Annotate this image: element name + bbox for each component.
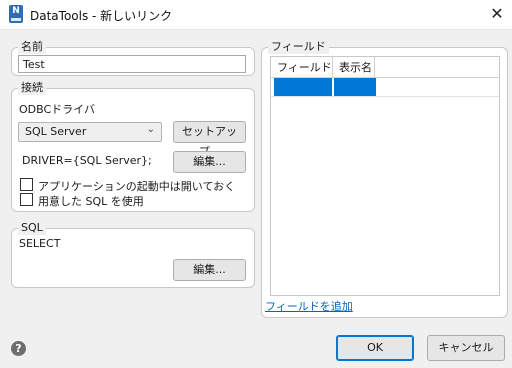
- help-icon[interactable]: ?: [11, 341, 26, 356]
- chevron-down-icon: ⌄: [146, 124, 155, 135]
- column-header-field-name[interactable]: フィールド名: [271, 57, 333, 95]
- keep-open-label: アプリケーションの起動中は開いておく: [38, 180, 236, 193]
- edit-sql-button[interactable]: 編集...: [173, 259, 246, 281]
- app-icon-strip: [11, 18, 21, 21]
- sql-legend: SQL: [18, 221, 46, 235]
- app-icon-letter: N: [12, 6, 20, 16]
- selected-cell-display-name[interactable]: [334, 78, 376, 96]
- fields-grid[interactable]: フィールド名 表示名: [270, 56, 500, 296]
- connection-group: 接続 ODBCドライバ SQL Server ⌄ セットアップ... DRIVE…: [11, 81, 255, 212]
- title-bar: N DataTools - 新しいリンク ✕: [0, 0, 512, 30]
- odbc-driver-label: ODBCドライバ: [19, 103, 95, 116]
- table-row[interactable]: [271, 78, 499, 97]
- ok-button[interactable]: OK: [336, 335, 414, 361]
- app-icon: N: [9, 5, 23, 23]
- column-header-display-name[interactable]: 表示名: [333, 57, 375, 78]
- add-field-link[interactable]: フィールドを追加: [265, 298, 353, 314]
- connection-legend: 接続: [18, 81, 46, 95]
- cancel-button[interactable]: キャンセル: [427, 335, 505, 361]
- edit-driver-button[interactable]: 編集...: [173, 151, 246, 173]
- driver-select[interactable]: SQL Server ⌄: [18, 122, 162, 142]
- fields-grid-header: フィールド名 表示名: [271, 57, 499, 95]
- name-input[interactable]: Test: [18, 55, 246, 73]
- driver-string: DRIVER={SQL Server};: [22, 154, 152, 167]
- name-group: 名前 Test: [11, 40, 255, 76]
- prepared-sql-checkbox[interactable]: [20, 193, 33, 206]
- selected-cell-field-name[interactable]: [274, 78, 332, 96]
- name-legend: 名前: [18, 40, 46, 54]
- prepared-sql-label: 用意した SQL を使用: [38, 195, 144, 208]
- setup-button[interactable]: セットアップ...: [173, 121, 246, 158]
- window-title: DataTools - 新しいリンク: [30, 9, 173, 23]
- sql-query-text: SELECT: [19, 237, 61, 250]
- close-icon[interactable]: ✕: [482, 0, 512, 30]
- sql-group: SQL SELECT 編集...: [11, 221, 255, 288]
- fields-legend: フィールド: [268, 40, 329, 54]
- driver-select-value: SQL Server: [25, 125, 87, 138]
- keep-open-checkbox[interactable]: [20, 178, 33, 191]
